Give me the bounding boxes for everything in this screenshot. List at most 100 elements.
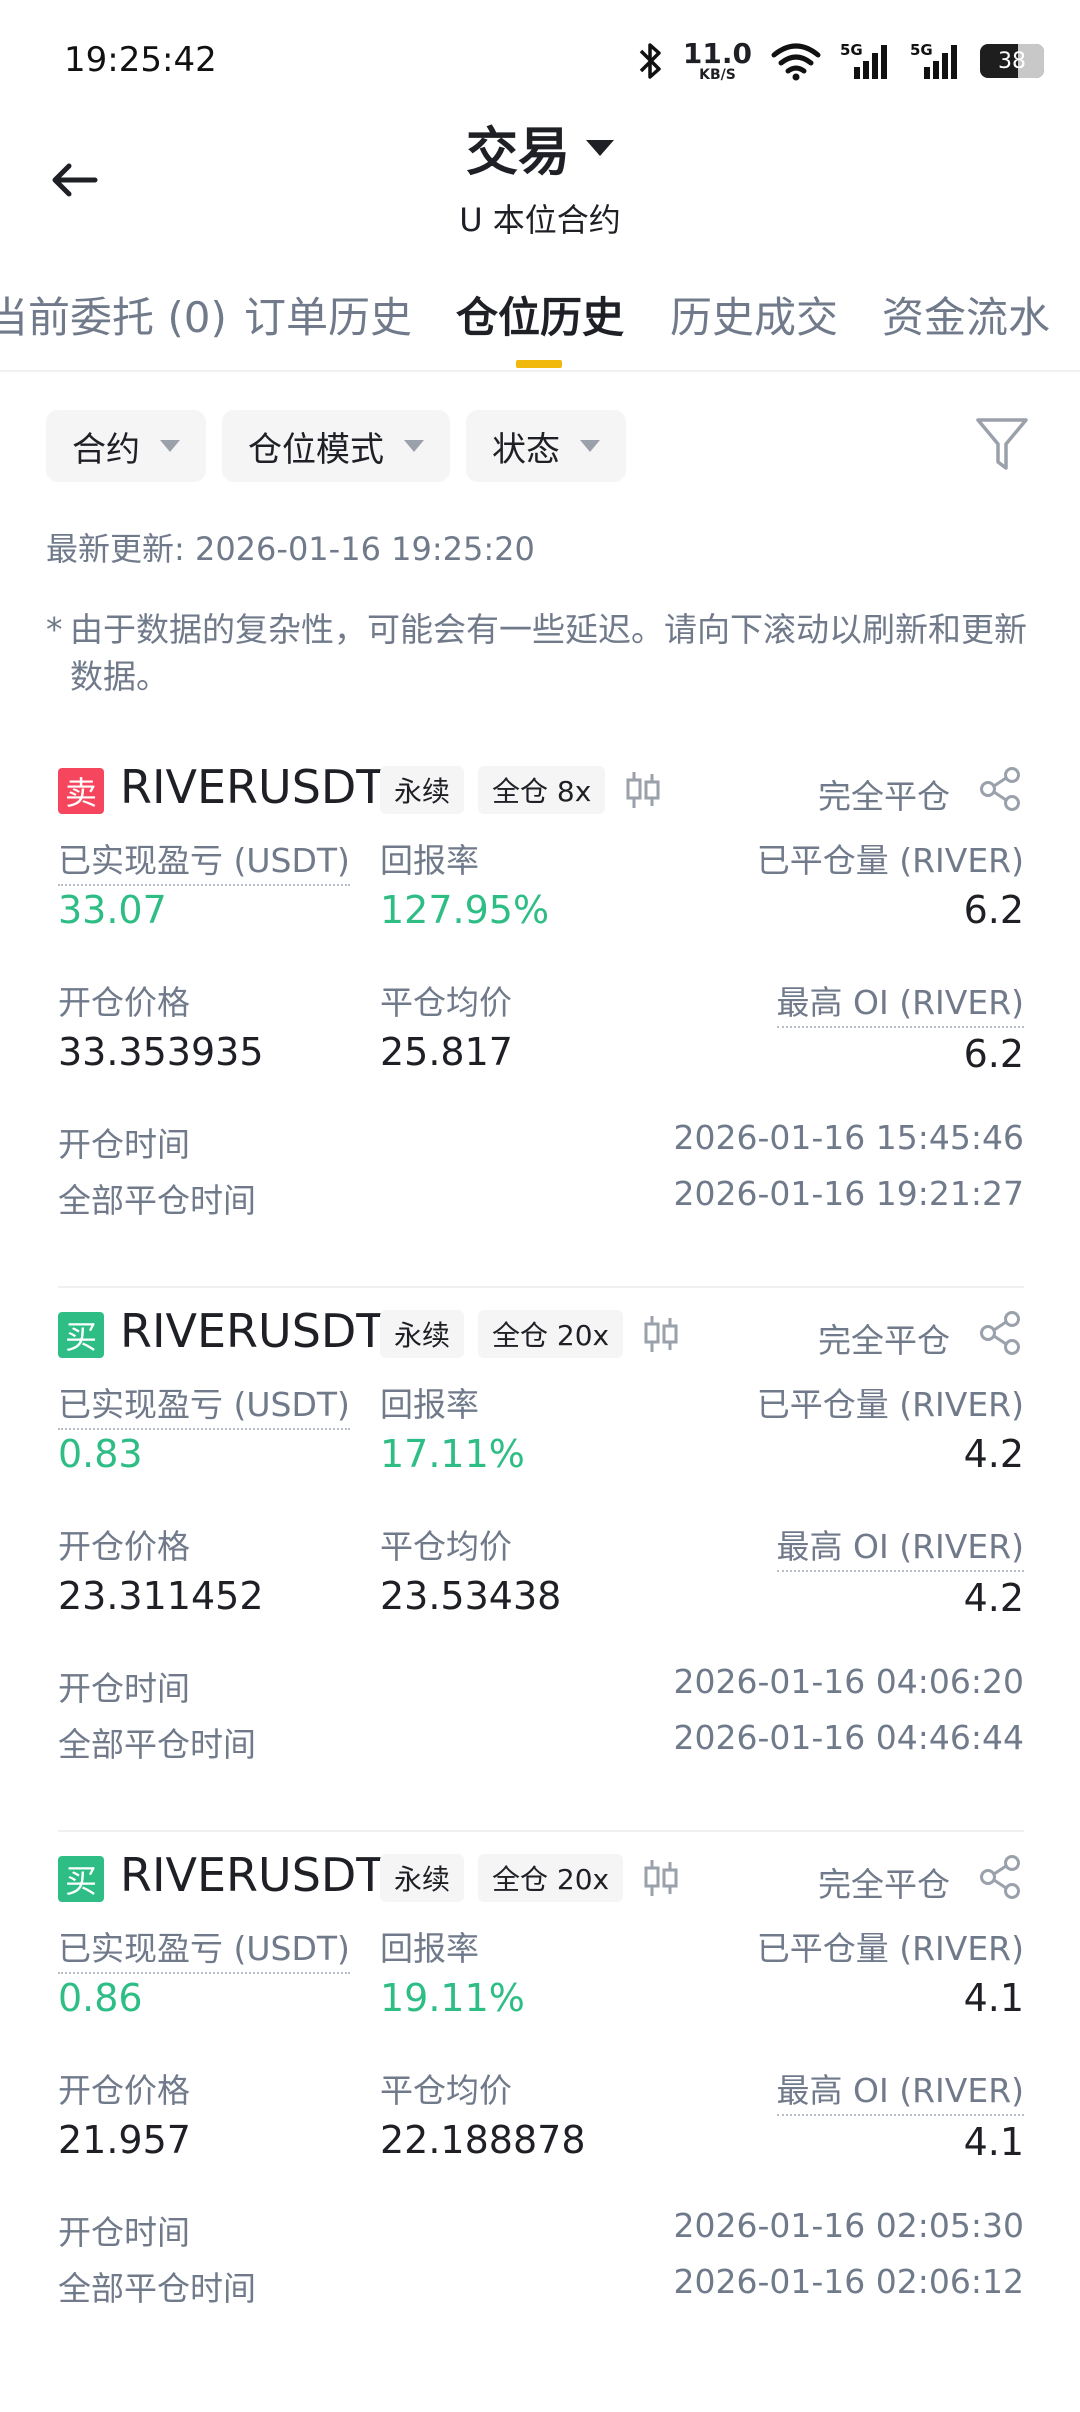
entry-price-value: 23.311452	[58, 1574, 264, 1618]
last-updated-text: 最新更新: 2026-01-16 19:25:20	[46, 530, 535, 568]
max-oi-label[interactable]: 最高 OI (RIVER)	[776, 1520, 1024, 1572]
close-time-label: 全部平仓时间	[58, 1725, 256, 1764]
notice-text: 由于数据的复杂性，可能会有一些延迟。请向下滚动以刷新和更新数据。	[70, 610, 1027, 696]
funnel-filter-icon[interactable]	[972, 412, 1032, 476]
closed-qty-value: 4.1	[963, 1976, 1024, 2020]
bluetooth-icon	[639, 43, 661, 79]
position-card[interactable]: 买 RIVERUSDT 永续 全仓 20x 完全平仓 已实现盈亏 (USDT) …	[58, 1836, 1024, 2376]
close-time-label: 全部平仓时间	[58, 1181, 256, 1220]
svg-text:5G: 5G	[840, 41, 863, 59]
symbol-name: RIVERUSDT	[120, 760, 385, 814]
candlestick-chart-icon[interactable]	[640, 1312, 682, 1356]
status-icons: 11.0 KB/S 5G 5G 38	[637, 36, 1044, 86]
closed-qty-label: 已平仓量 (RIVER)	[756, 841, 1024, 880]
position-status: 完全平仓	[818, 1865, 950, 1904]
page-subtitle: U 本位合约	[459, 201, 621, 239]
tab-order-history[interactable]: 订单历史	[244, 284, 412, 345]
tab-bar: 当前委托 (0) 订单历史 仓位历史 历史成交 资金流水	[0, 270, 1080, 372]
filter-status-label: 状态	[492, 429, 560, 470]
close-time-value: 2026-01-16 19:21:27	[673, 1174, 1024, 1213]
status-bar: 19:25:42 11.0 KB/S 5G 5G 38	[0, 0, 1080, 120]
max-oi-value: 4.1	[963, 2120, 1024, 2164]
signal-5g-icon-2: 5G	[910, 41, 957, 79]
filter-status[interactable]: 状态	[466, 410, 626, 482]
max-oi-value: 6.2	[963, 1032, 1024, 1076]
open-time-label: 开仓时间	[58, 1125, 190, 1164]
margin-leverage-tag: 全仓 20x	[478, 1854, 624, 1902]
network-speed: 11.0 KB/S	[682, 37, 752, 83]
tab-transaction-history[interactable]: 资金流水	[882, 284, 1050, 345]
open-time-value: 2026-01-16 04:06:20	[673, 1662, 1024, 1701]
open-time-value: 2026-01-16 15:45:46	[673, 1118, 1024, 1157]
filter-position-mode-label: 仓位模式	[248, 429, 384, 470]
page-title: 交易	[465, 123, 570, 183]
share-icon[interactable]	[978, 766, 1024, 812]
pnl-label[interactable]: 已实现盈亏 (USDT)	[58, 834, 350, 886]
filter-position-mode[interactable]: 仓位模式	[222, 410, 450, 482]
roi-label: 回报率	[380, 841, 479, 880]
pnl-value: 0.86	[58, 1976, 143, 2020]
roi-label: 回报率	[380, 1929, 479, 1968]
status-time: 19:25:42	[64, 40, 217, 80]
share-icon[interactable]	[978, 1854, 1024, 1900]
max-oi-label[interactable]: 最高 OI (RIVER)	[776, 976, 1024, 1028]
side-badge: 买	[58, 1312, 104, 1358]
side-badge: 买	[58, 1856, 104, 1902]
avg-close-price-label: 平仓均价	[380, 983, 512, 1022]
closed-qty-value: 6.2	[963, 888, 1024, 932]
position-card[interactable]: 卖 RIVERUSDT 永续 全仓 8x 完全平仓 已实现盈亏 (USDT) 回…	[58, 748, 1024, 1288]
chevron-down-icon	[580, 440, 600, 452]
filter-contract[interactable]: 合约	[46, 410, 206, 482]
position-status: 完全平仓	[818, 1321, 950, 1360]
contract-type-tag: 永续	[380, 1310, 465, 1358]
wifi-icon	[771, 43, 821, 81]
avg-close-price-value: 25.817	[380, 1030, 513, 1074]
chevron-down-icon	[160, 440, 180, 452]
pnl-label[interactable]: 已实现盈亏 (USDT)	[58, 1378, 350, 1430]
candlestick-chart-icon[interactable]	[622, 768, 664, 812]
chevron-down-icon	[404, 440, 424, 452]
max-oi-value: 4.2	[963, 1576, 1024, 1620]
signal-5g-icon: 5G	[840, 41, 887, 79]
avg-close-price-value: 22.188878	[380, 2118, 586, 2162]
contract-type-tag: 永续	[380, 766, 465, 814]
notice-asterisk: *	[46, 610, 63, 649]
filter-contract-label: 合约	[72, 429, 140, 470]
open-time-value: 2026-01-16 02:05:30	[673, 2206, 1024, 2245]
contract-type-tag: 永续	[380, 1854, 465, 1902]
roi-label: 回报率	[380, 1385, 479, 1424]
avg-close-price-label: 平仓均价	[380, 2071, 512, 2110]
candlestick-chart-icon[interactable]	[640, 1856, 682, 1900]
roi-value: 127.95%	[380, 888, 550, 932]
avg-close-price-value: 23.53438	[380, 1574, 562, 1618]
svg-text:5G: 5G	[910, 41, 933, 59]
share-icon[interactable]	[978, 1310, 1024, 1356]
open-time-label: 开仓时间	[58, 2213, 190, 2252]
entry-price-label: 开仓价格	[58, 983, 190, 1022]
max-oi-label[interactable]: 最高 OI (RIVER)	[776, 2064, 1024, 2116]
open-time-label: 开仓时间	[58, 1669, 190, 1708]
data-delay-notice: * 由于数据的复杂性，可能会有一些延迟。请向下滚动以刷新和更新数据。	[46, 606, 1036, 700]
closed-qty-value: 4.2	[963, 1432, 1024, 1476]
close-time-value: 2026-01-16 02:06:12	[673, 2262, 1024, 2301]
tab-open-orders[interactable]: 当前委托 (0)	[0, 284, 227, 345]
tab-position-history[interactable]: 仓位历史	[456, 284, 624, 345]
side-badge: 卖	[58, 768, 104, 814]
entry-price-value: 21.957	[58, 2118, 191, 2162]
entry-price-value: 33.353935	[58, 1030, 264, 1074]
close-time-value: 2026-01-16 04:46:44	[673, 1718, 1024, 1757]
app-header: 交易 U 本位合约	[0, 110, 1080, 250]
entry-price-label: 开仓价格	[58, 2071, 190, 2110]
avg-close-price-label: 平仓均价	[380, 1527, 512, 1566]
position-card[interactable]: 买 RIVERUSDT 永续 全仓 20x 完全平仓 已实现盈亏 (USDT) …	[58, 1292, 1024, 1832]
margin-leverage-tag: 全仓 8x	[478, 766, 606, 814]
battery-icon: 38	[980, 44, 1044, 78]
close-time-label: 全部平仓时间	[58, 2269, 256, 2308]
page-title-dropdown[interactable]: 交易	[466, 110, 614, 185]
symbol-name: RIVERUSDT	[120, 1304, 385, 1358]
pnl-label[interactable]: 已实现盈亏 (USDT)	[58, 1922, 350, 1974]
active-tab-indicator	[516, 360, 562, 368]
entry-price-label: 开仓价格	[58, 1527, 190, 1566]
tab-trade-history[interactable]: 历史成交	[670, 284, 838, 345]
roi-value: 17.11%	[380, 1432, 525, 1476]
